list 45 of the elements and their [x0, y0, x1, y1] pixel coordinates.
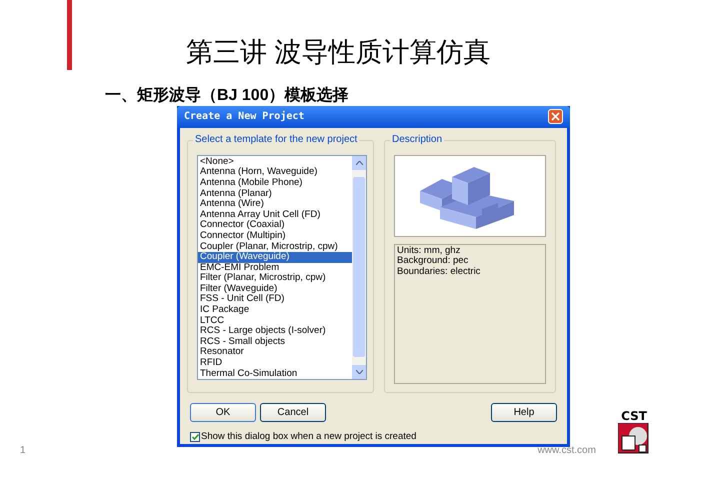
template-item[interactable]: Antenna (Horn, Waveguide)	[198, 167, 352, 178]
template-item[interactable]: Antenna (Wire)	[198, 199, 352, 210]
group-label: Select a template for the new project	[193, 134, 360, 146]
template-item[interactable]: Resonator	[198, 347, 352, 358]
template-item[interactable]: IC Package	[198, 305, 352, 316]
logo-icon	[618, 423, 650, 455]
slide-subtitle: 一、矩形波导（BJ 100）模板选择	[105, 86, 349, 106]
footer-url: www.cst.com	[538, 444, 596, 458]
template-item[interactable]: RFID	[198, 358, 352, 369]
template-item[interactable]: EMC-EMI Problem	[198, 262, 352, 274]
scrollbar[interactable]	[352, 156, 366, 379]
page-number: 1	[20, 444, 26, 458]
template-item[interactable]: Filter (Planar, Microstrip, cpw)	[198, 273, 352, 284]
template-item[interactable]: Coupler (Waveguide)	[198, 252, 352, 263]
description-line: Boundaries: electric	[397, 266, 482, 278]
checkbox[interactable]	[190, 432, 200, 442]
dialog-button[interactable]: Help	[491, 402, 557, 422]
checkbox-label: Show this dialog box when a new project is created	[201, 430, 416, 444]
scroll-thumb[interactable]	[353, 177, 365, 358]
template-item[interactable]: Antenna (Planar)	[198, 188, 352, 200]
template-item[interactable]: Coupler (Planar, Microstrip, cpw)	[198, 242, 352, 252]
description-line: Units: mm, ghz	[397, 246, 462, 256]
template-item[interactable]: Filter (Waveguide)	[198, 284, 352, 294]
window-title: Create a New Project	[184, 110, 304, 124]
checkmark-icon	[192, 434, 198, 440]
description-line: Background: pec	[397, 256, 470, 267]
template-item[interactable]: <None>	[198, 156, 352, 168]
template-item[interactable]: Connector (Coaxial)	[198, 220, 352, 231]
slide-title: 第三讲 波导性质计算仿真	[186, 36, 491, 68]
scroll-up-button[interactable]	[352, 156, 366, 170]
scroll-down-button[interactable]	[352, 364, 366, 379]
template-item[interactable]: LTCC	[198, 316, 352, 326]
group-label: Description	[390, 134, 444, 146]
close-icon	[551, 112, 560, 122]
template-item[interactable]: FSS - Unit Cell (FD)	[198, 294, 352, 306]
logo-text: CST	[621, 410, 647, 423]
template-item[interactable]: Antenna Array Unit Cell (FD)	[198, 210, 352, 220]
template-item[interactable]: RCS - Large objects (I-solver)	[198, 326, 352, 337]
template-item[interactable]: Thermal Co-Simulation	[198, 368, 352, 379]
dialog-button[interactable]: OK	[190, 402, 256, 422]
dialog-button[interactable]: Cancel	[260, 402, 326, 422]
close-button[interactable]	[548, 109, 563, 124]
template-item[interactable]: Connector (Multipin)	[198, 230, 352, 242]
template-item[interactable]: Antenna (Mobile Phone)	[198, 178, 352, 189]
template-item[interactable]: RCS - Small objects	[198, 336, 352, 348]
